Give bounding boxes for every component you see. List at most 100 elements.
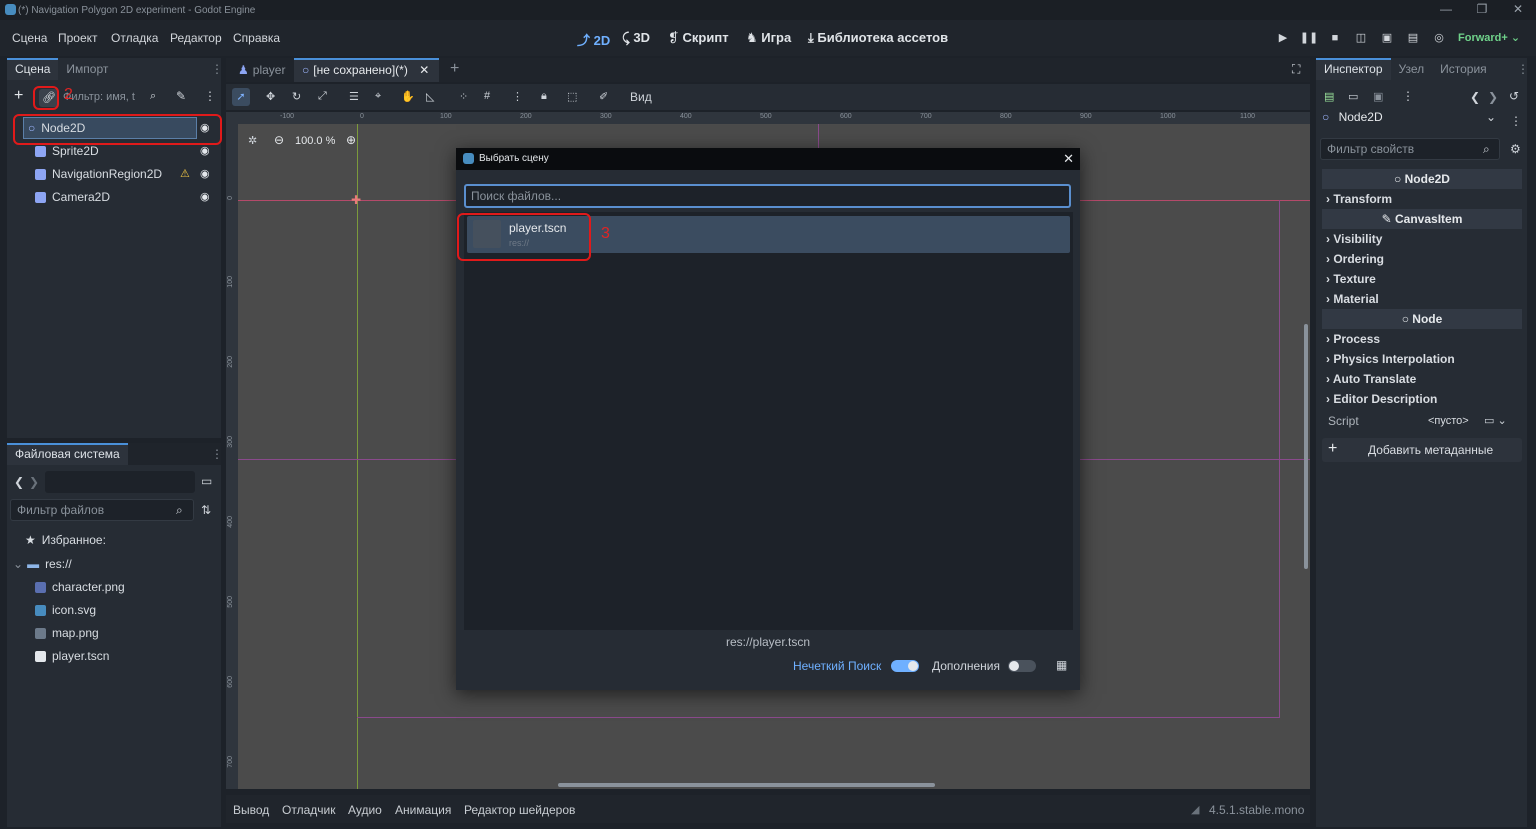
object-selector[interactable]: ○ Node2D ⌄ bbox=[1320, 110, 1500, 132]
tree-node-camera2d[interactable]: Camera2D bbox=[35, 186, 110, 208]
vertical-scrollbar[interactable] bbox=[1304, 324, 1308, 569]
object-history-icon[interactable]: ↺ bbox=[1509, 89, 1519, 103]
close-tab-icon[interactable]: ✕ bbox=[419, 63, 429, 77]
bottom-tab-audio[interactable]: Аудио bbox=[348, 803, 382, 817]
property-group-physics-interpolation[interactable]: › Physics Interpolation bbox=[1326, 352, 1455, 366]
script-property-value[interactable]: <пусто> bbox=[1428, 415, 1469, 427]
file-item[interactable]: icon.svg bbox=[35, 599, 96, 621]
play-icon[interactable]: ▶ bbox=[1273, 28, 1293, 48]
dock-menu-icon[interactable]: ⋮ bbox=[211, 447, 223, 461]
menu-help[interactable]: Справка bbox=[233, 31, 280, 45]
bottom-tab-debugger[interactable]: Отладчик bbox=[282, 803, 335, 817]
mode-3d-button[interactable]: ⤹ 3D bbox=[622, 30, 650, 46]
pivot-tool-icon[interactable]: ⌖ bbox=[375, 90, 381, 103]
scene-filter-input[interactable]: Фильтр: имя, t bbox=[63, 91, 135, 103]
sort-icon[interactable]: ⇅ bbox=[201, 503, 211, 517]
attach-script-icon[interactable]: ✎ bbox=[176, 89, 186, 103]
pan-tool-icon[interactable]: ✋ bbox=[401, 90, 415, 103]
property-group-auto-translate[interactable]: › Auto Translate bbox=[1326, 372, 1416, 386]
play-scene-icon[interactable]: ▣ bbox=[1377, 28, 1397, 48]
dialog-search-input[interactable]: Поиск файлов... bbox=[464, 184, 1071, 208]
property-group-process[interactable]: › Process bbox=[1326, 332, 1380, 346]
path-field[interactable] bbox=[45, 471, 195, 493]
tab-scene[interactable]: Сцена bbox=[7, 58, 59, 80]
smart-snap-icon[interactable]: ⁘ bbox=[459, 90, 468, 103]
group-icon[interactable]: ⬚ bbox=[567, 90, 577, 103]
rotate-tool-icon[interactable]: ↻ bbox=[292, 90, 301, 103]
horizontal-scrollbar[interactable] bbox=[558, 783, 935, 787]
close-window-button[interactable]: ✕ bbox=[1500, 0, 1536, 20]
property-group-ordering[interactable]: › Ordering bbox=[1326, 252, 1384, 266]
mode-script-button[interactable]: ❡ Скрипт bbox=[668, 30, 729, 46]
pause-icon[interactable]: ❚❚ bbox=[1299, 28, 1319, 48]
dock-menu-icon[interactable]: ⋮ bbox=[1517, 62, 1529, 76]
file-filter-input[interactable]: Фильтр файлов bbox=[10, 499, 194, 521]
split-mode-icon[interactable]: ▭ bbox=[201, 474, 212, 488]
object-tools-icon[interactable]: ⋮ bbox=[1510, 114, 1522, 128]
bottom-tab-shader-editor[interactable]: Редактор шейдеров bbox=[464, 803, 575, 817]
warning-icon[interactable]: ⚠ bbox=[180, 167, 190, 180]
menu-editor[interactable]: Редактор bbox=[170, 31, 222, 45]
grid-snap-icon[interactable]: # bbox=[484, 90, 490, 102]
tab-player[interactable]: ♟ player bbox=[230, 58, 293, 82]
load-script-icon[interactable]: ▭ ⌄ bbox=[1484, 414, 1507, 427]
move-tool-icon[interactable]: ✥ bbox=[266, 90, 275, 103]
lock-icon[interactable]: 🔒︎ bbox=[541, 90, 547, 103]
grid-view-icon[interactable]: ▦ bbox=[1056, 658, 1067, 672]
scene-menu-icon[interactable]: ⋮ bbox=[204, 89, 216, 103]
center-view-icon[interactable]: ✲ bbox=[248, 134, 257, 147]
mode-game-button[interactable]: ♞ Игра bbox=[746, 30, 791, 46]
remote-debug-icon[interactable]: ◫ bbox=[1351, 28, 1371, 48]
tab-import[interactable]: Импорт bbox=[58, 58, 116, 80]
tab-unsaved[interactable]: ○ [не сохранено](*) ✕ bbox=[294, 58, 439, 82]
menu-project[interactable]: Проект bbox=[58, 31, 98, 45]
property-group-texture[interactable]: › Texture bbox=[1326, 272, 1376, 286]
addons-toggle[interactable] bbox=[1008, 660, 1036, 672]
tree-node-navigationregion2d[interactable]: NavigationRegion2D bbox=[35, 163, 162, 185]
maximize-button[interactable]: ❐ bbox=[1464, 0, 1500, 20]
file-item[interactable]: character.png bbox=[35, 576, 125, 598]
add-metadata-button[interactable]: + Добавить метаданные bbox=[1322, 438, 1522, 462]
property-group-transform[interactable]: › Transform bbox=[1326, 192, 1392, 206]
menu-debug[interactable]: Отладка bbox=[111, 31, 158, 45]
visibility-eye-icon[interactable]: ◉ bbox=[200, 190, 210, 203]
tab-history[interactable]: История bbox=[1432, 58, 1495, 80]
back-arrow-icon[interactable]: ❮ bbox=[14, 475, 24, 489]
ruler-tool-icon[interactable]: ◺ bbox=[426, 90, 434, 103]
mode-assetlib-button[interactable]: ⤓ Библиотека ассетов bbox=[808, 30, 948, 46]
tab-filesystem[interactable]: Файловая система bbox=[7, 443, 128, 465]
resource-menu-icon[interactable]: ⋮ bbox=[1402, 89, 1414, 103]
close-icon[interactable]: ✕ bbox=[1063, 151, 1074, 167]
history-forward-icon[interactable]: ❯ bbox=[1488, 90, 1498, 104]
scale-tool-icon[interactable]: ⤢ bbox=[318, 90, 327, 103]
save-resource-icon[interactable]: ▣ bbox=[1373, 90, 1383, 103]
property-group-visibility[interactable]: › Visibility bbox=[1326, 232, 1382, 246]
add-tab-icon[interactable]: + bbox=[450, 60, 459, 78]
file-item[interactable]: map.png bbox=[35, 622, 99, 644]
add-node-icon[interactable]: + bbox=[14, 87, 23, 105]
menu-scene[interactable]: Сцена bbox=[12, 31, 47, 45]
property-filter-input[interactable]: Фильтр свойств bbox=[1320, 138, 1500, 160]
filter-options-icon[interactable]: ⚙ bbox=[1510, 142, 1521, 156]
file-item[interactable]: player.tscn bbox=[35, 645, 109, 667]
property-group-editor-description[interactable]: › Editor Description bbox=[1326, 392, 1437, 406]
new-resource-icon[interactable]: ▤ bbox=[1324, 90, 1334, 103]
favorites-item[interactable]: ★ Избранное: bbox=[25, 529, 106, 551]
distraction-free-icon[interactable]: ⛶ bbox=[1292, 62, 1300, 77]
minimize-button[interactable]: — bbox=[1428, 0, 1464, 20]
stop-icon[interactable]: ■ bbox=[1325, 28, 1345, 48]
zoom-in-icon[interactable]: ⊕ bbox=[346, 133, 356, 147]
visibility-eye-icon[interactable]: ◉ bbox=[200, 144, 210, 157]
mode-2d-button[interactable]: ⤴ 2D bbox=[577, 30, 610, 49]
dock-menu-icon[interactable]: ⋮ bbox=[211, 62, 223, 76]
fuzzy-search-toggle[interactable] bbox=[891, 660, 919, 672]
property-group-material[interactable]: › Material bbox=[1326, 292, 1379, 306]
history-back-icon[interactable]: ❮ bbox=[1470, 90, 1480, 104]
zoom-out-icon[interactable]: ⊖ bbox=[274, 133, 284, 147]
tab-inspector[interactable]: Инспектор bbox=[1316, 58, 1391, 80]
bottom-tab-output[interactable]: Вывод bbox=[233, 803, 269, 817]
view-menu-button[interactable]: Вид bbox=[630, 90, 652, 104]
version-label[interactable]: 4.5.1.stable.mono bbox=[1209, 803, 1304, 817]
list-select-icon[interactable]: ☰ bbox=[349, 90, 359, 103]
folder-res[interactable]: ⌄ ▬ res:// bbox=[13, 553, 72, 575]
